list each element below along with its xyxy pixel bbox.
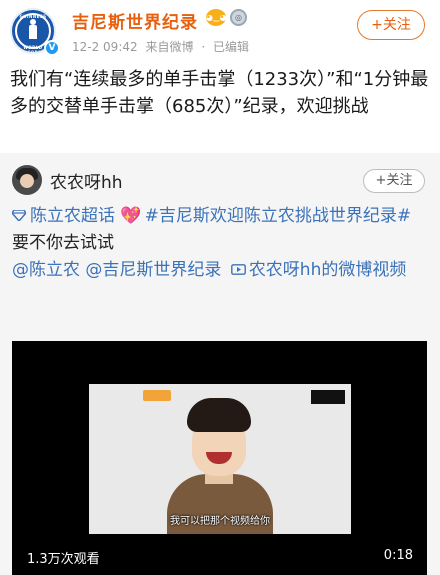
repost-line-comment: 要不你去试试 <box>12 233 114 253</box>
video-player[interactable]: 我可以把那个视频给你 1.3万次观看 0:18 <box>12 341 427 575</box>
repost-author-avatar[interactable] <box>12 165 42 195</box>
repost-line-topics: 陈立农超话 💖 #吉尼斯欢迎陈立农挑战世界纪录# <box>12 203 430 230</box>
view-count: 1.3万次观看 <box>27 552 100 567</box>
video-link[interactable]: 农农呀hh的微博视频 <box>249 260 407 280</box>
person-hair <box>187 398 251 432</box>
heart-emoji-icon: 💖 <box>120 206 142 226</box>
post-source: 来自微博 <box>145 40 194 54</box>
channel-logo <box>95 390 139 402</box>
super-topic-link[interactable]: 陈立农超话 <box>30 206 115 226</box>
repost-line-mentions: @陈立农 @吉尼斯世界纪录 农农呀hh的微博视频 <box>12 257 430 284</box>
post-meta: 12-2 09:42 来自微博 · 已编辑 <box>72 38 253 55</box>
repost-follow-button[interactable]: +关注 <box>363 169 425 193</box>
meta-separator: · <box>201 40 206 54</box>
mention-guinness[interactable]: @吉尼斯世界纪录 <box>85 260 221 280</box>
post-header: GUINNESS WORLD RECORDS V 吉尼斯世界纪录 ◕‿◕ ◎ 1… <box>0 0 440 60</box>
follow-button[interactable]: +关注 <box>357 10 425 40</box>
level-medal-icon: ◎ <box>230 9 247 26</box>
verified-badge-icon: V <box>44 40 60 56</box>
fan-emoji-icon: ◕‿◕ <box>206 9 227 26</box>
corner-watermark <box>311 390 345 404</box>
mention-chenlinong[interactable]: @陈立农 <box>12 260 80 280</box>
hashtag-link[interactable]: #吉尼斯欢迎陈立农挑战世界纪录# <box>145 206 412 226</box>
video-subtitle: 我可以把那个视频给你 <box>170 516 270 527</box>
video-link-icon <box>230 264 246 275</box>
author-name[interactable]: 吉尼斯世界纪录 <box>72 8 198 33</box>
super-topic-diamond-icon <box>12 210 26 221</box>
video-duration: 0:18 <box>383 548 413 563</box>
post-timestamp: 12-2 09:42 <box>72 40 138 54</box>
repost-author-name[interactable]: 农农呀hh <box>50 168 123 193</box>
video-frame: 我可以把那个视频给你 <box>89 384 351 534</box>
edited-label[interactable]: 已编辑 <box>213 40 249 54</box>
repost-text: 陈立农超话 💖 #吉尼斯欢迎陈立农挑战世界纪录# 要不你去试试 @陈立农 @吉尼斯… <box>12 203 430 284</box>
post-text: 我们有“连续最多的单手击掌（1233次）”和“1分钟最多的交替单手击掌（685次… <box>10 69 429 117</box>
guinness-figure-icon <box>27 19 39 41</box>
channel-tag <box>143 390 171 401</box>
